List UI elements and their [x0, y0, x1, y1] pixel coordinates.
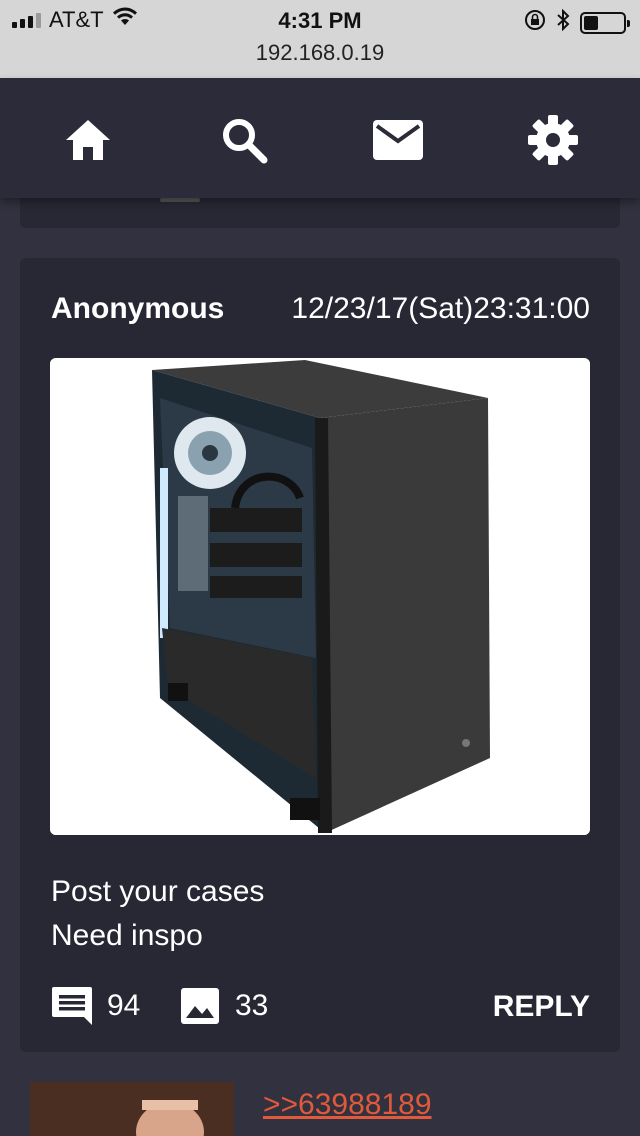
url-bar[interactable]: 192.168.0.19 — [0, 40, 640, 66]
nav-settings-button[interactable] — [527, 114, 579, 166]
reply-button[interactable]: REPLY — [493, 990, 590, 1024]
nav-search-button[interactable] — [218, 114, 270, 166]
orientation-lock-icon — [524, 9, 546, 37]
nav-home-button[interactable] — [62, 114, 114, 166]
post-author: Anonymous — [51, 292, 225, 325]
quote-link[interactable]: >>63988189 — [263, 1088, 432, 1122]
nav-mail-button[interactable] — [372, 114, 424, 166]
images-count[interactable]: 33 — [179, 986, 268, 1026]
next-post-image — [30, 1082, 234, 1136]
pc-case-image — [50, 358, 590, 835]
next-post-thumbnail[interactable] — [30, 1082, 234, 1136]
post-header: Anonymous 12/23/17(Sat)23:31:00 — [51, 292, 590, 332]
gear-icon — [528, 115, 578, 165]
previous-post-stub — [160, 198, 200, 202]
mail-icon — [373, 120, 423, 160]
comment-icon — [52, 987, 92, 1025]
images-count-value: 33 — [235, 989, 269, 1022]
page: AT&T 4:31 PM 192.168.0.19 Anonymous 12/2… — [0, 0, 640, 1136]
post-footer: 94 33 REPLY — [51, 986, 590, 1030]
status-bar: AT&T 4:31 PM 192.168.0.19 — [0, 0, 640, 78]
image-icon — [181, 988, 219, 1024]
replies-count[interactable]: 94 — [51, 986, 140, 1026]
bluetooth-icon — [556, 8, 570, 37]
top-nav — [0, 78, 640, 198]
search-icon — [223, 119, 268, 164]
post-body-line: Need inspo — [51, 919, 203, 952]
post-date: 12/23/17(Sat)23:31:00 — [291, 292, 590, 325]
replies-count-value: 94 — [107, 989, 141, 1022]
post-body: Post your cases Need inspo — [51, 870, 264, 958]
battery-icon — [580, 12, 630, 34]
post-card[interactable]: Anonymous 12/23/17(Sat)23:31:00 Post you… — [20, 258, 620, 1052]
home-icon — [66, 120, 110, 160]
post-body-line: Post your cases — [51, 875, 265, 908]
post-image[interactable] — [50, 358, 590, 835]
